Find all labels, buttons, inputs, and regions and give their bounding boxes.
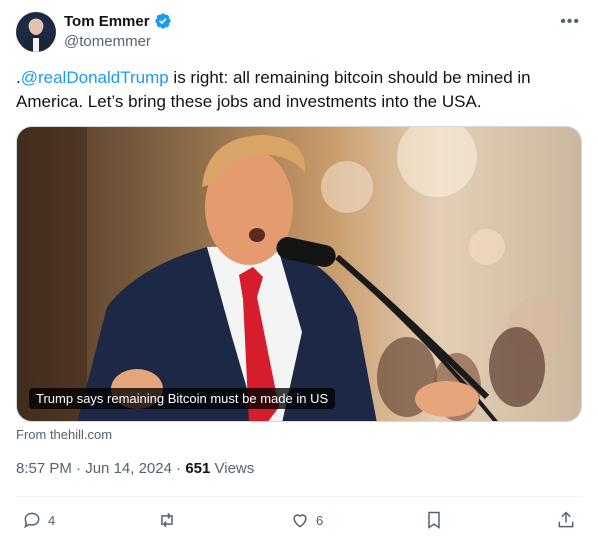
tweet-card: Tom Emmer @tomemmer ••• .@realDonaldTrum… [0,0,598,546]
author-display-name[interactable]: Tom Emmer [64,13,150,30]
bookmark-button[interactable] [424,510,444,530]
action-bar: 4 6 [16,508,582,536]
link-card-caption: Trump says remaining Bitcoin must be mad… [29,388,336,409]
author-name-row: Tom Emmer [64,12,172,30]
tweet-date[interactable]: Jun 14, 2024 [85,460,172,477]
author-handle[interactable]: @tomemmer [64,33,151,50]
views-count: 651 [185,460,211,477]
meta-separator: · [76,460,86,477]
views-label: Views [214,460,255,477]
tweet-text: .@realDonaldTrump is right: all remainin… [16,66,576,114]
bookmark-icon [428,511,440,529]
verified-badge-icon [154,13,171,29]
mention-link[interactable]: @realDonaldTrump [21,68,169,87]
avatar[interactable] [16,12,56,52]
more-icon[interactable]: ••• [560,13,580,31]
repost-button[interactable] [157,510,183,530]
tweet-time[interactable]: 8:57 PM [16,460,72,477]
link-source[interactable]: From thehill.com [16,427,112,442]
share-icon [558,511,574,528]
share-button[interactable] [556,510,576,530]
like-count: 6 [316,512,324,528]
reply-icon [24,512,40,529]
like-button[interactable]: 6 [290,510,323,530]
link-card-image[interactable]: Trump says remaining Bitcoin must be mad… [16,126,582,422]
news-photo [17,127,567,421]
divider [16,496,582,497]
reply-button[interactable]: 4 [22,510,55,530]
repost-icon [161,512,173,528]
tweet-meta: 8:57 PM · Jun 14, 2024 · 651 Views [16,460,254,477]
meta-separator: · [176,460,186,477]
like-icon [293,514,307,528]
reply-count: 4 [48,512,56,528]
